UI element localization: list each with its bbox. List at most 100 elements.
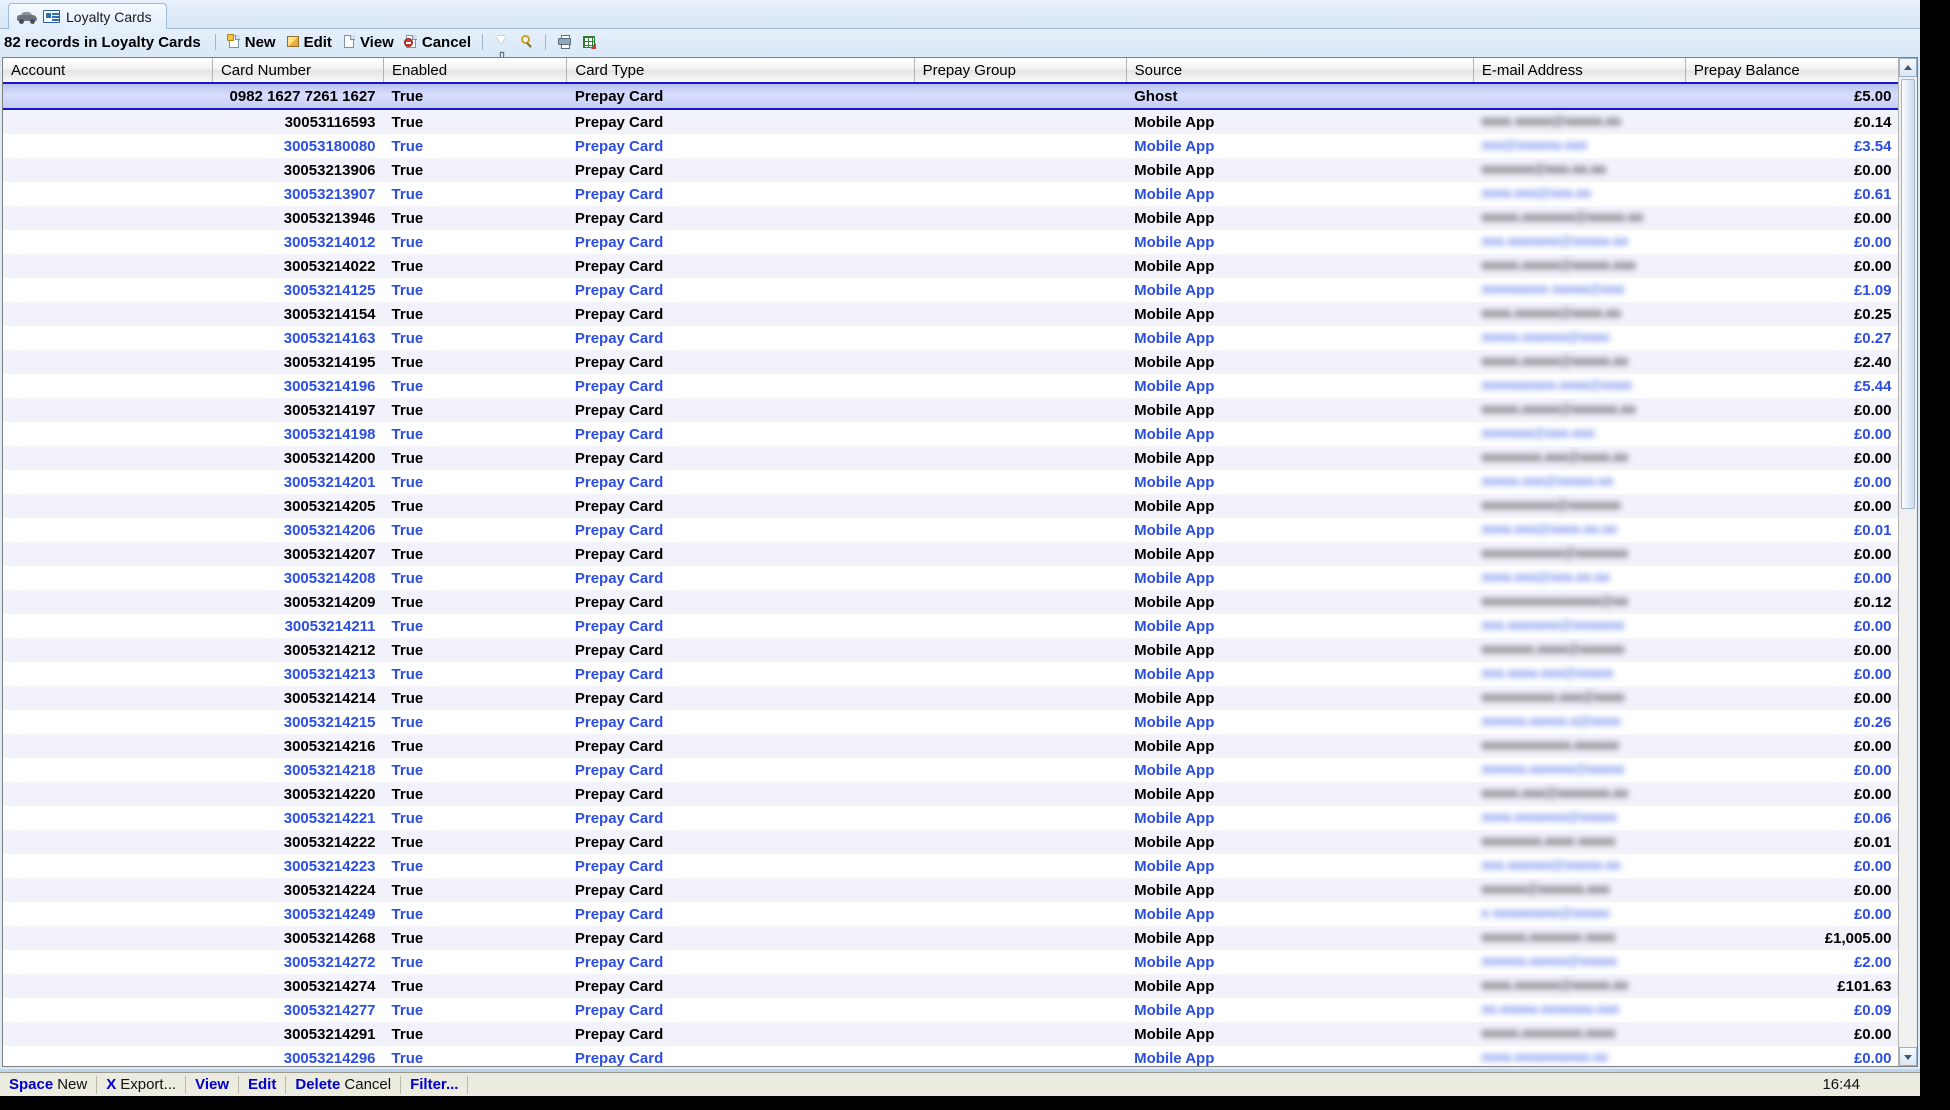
cell-card-number: 30053214200	[212, 446, 384, 470]
cell-card-number: 30053214212	[212, 638, 384, 662]
new-button[interactable]: New	[222, 33, 281, 52]
scroll-up-arrow-icon[interactable]	[1899, 58, 1917, 77]
table-row[interactable]: 30053214197 True Prepay Card Mobile App aaaa…	[3, 398, 1900, 422]
status-bar-item-space[interactable]: Space New	[0, 1075, 98, 1094]
table-row[interactable]: 30053214220 True Prepay Card Mobile App aaaa…	[3, 782, 1900, 806]
view-button[interactable]: View	[337, 33, 399, 52]
table-row[interactable]: 30053214207 True Prepay Card Mobile App aaaa…	[3, 542, 1900, 566]
email-redacted: aaaa.aaa@aaaa.aa.aa	[1481, 520, 1618, 536]
table-row[interactable]: 30053214218 True Prepay Card Mobile App aaaa…	[3, 758, 1900, 782]
scroll-down-arrow-icon[interactable]	[1899, 1047, 1917, 1066]
print-button[interactable]	[552, 33, 577, 51]
table-row[interactable]: 30053214223 True Prepay Card Mobile App aaa.…	[3, 854, 1900, 878]
table-row[interactable]: 30053214211 True Prepay Card Mobile App aaa.…	[3, 614, 1900, 638]
status-bar-item-x[interactable]: X Export...	[97, 1075, 187, 1094]
cell-card-type: Prepay Card	[566, 926, 915, 950]
column-header-prepay-balance[interactable]: Prepay Balance	[1685, 58, 1901, 84]
column-header-card-number[interactable]: Card Number	[212, 58, 385, 84]
tab-loyalty-cards[interactable]: Loyalty Cards	[8, 3, 167, 29]
cell-source: Mobile App	[1126, 830, 1474, 854]
cell-account	[3, 134, 213, 158]
search-button[interactable]	[514, 33, 539, 51]
filter-button[interactable]	[489, 33, 514, 59]
email-redacted: a aaaaaaaaa@aaaaa	[1481, 904, 1610, 920]
status-bar-item-delete[interactable]: Delete Cancel	[286, 1075, 402, 1094]
table-row[interactable]: 30053214274 True Prepay Card Mobile App aaaa…	[3, 974, 1900, 998]
table-row[interactable]: 30053214195 True Prepay Card Mobile App aaaa…	[3, 350, 1900, 374]
table-row[interactable]: 30053214277 True Prepay Card Mobile App aa.a…	[3, 998, 1900, 1022]
email-redacted: aaa.aaaaaaa@aaaaaaa	[1481, 616, 1625, 632]
table-row[interactable]: 30053213946 True Prepay Card Mobile App aaaa…	[3, 206, 1900, 230]
table-row[interactable]: 30053214200 True Prepay Card Mobile App aaaa…	[3, 446, 1900, 470]
table-row[interactable]: 30053180080 True Prepay Card Mobile App aaa@…	[3, 134, 1900, 158]
cell-enabled: True	[383, 350, 567, 374]
column-header-account[interactable]: Account	[3, 58, 213, 84]
column-header-source[interactable]: Source	[1126, 58, 1474, 84]
column-header-enabled[interactable]: Enabled	[383, 58, 568, 84]
table-row[interactable]: 30053214163 True Prepay Card Mobile App aaaa…	[3, 326, 1900, 350]
cell-source: Mobile App	[1126, 734, 1474, 758]
table-row[interactable]: 30053214198 True Prepay Card Mobile App aaaa…	[3, 422, 1900, 446]
email-redacted: aaaa aaaaa@aaaaa.aa	[1481, 112, 1621, 128]
table-row[interactable]: 30053214196 True Prepay Card Mobile App aaaa…	[3, 374, 1900, 398]
cell-prepay-group	[914, 470, 1127, 494]
table-row[interactable]: 30053214213 True Prepay Card Mobile App aaa.…	[3, 662, 1900, 686]
column-header-prepay-group[interactable]: Prepay Group	[914, 58, 1127, 84]
table-row[interactable]: 30053214296 True Prepay Card Mobile App aaaa…	[3, 1046, 1900, 1066]
table-row[interactable]: 30053214222 True Prepay Card Mobile App aaaa…	[3, 830, 1900, 854]
status-bar-item-edit[interactable]: Edit	[239, 1075, 287, 1094]
cell-prepay-group	[914, 638, 1127, 662]
status-bar-item-filter[interactable]: Filter...	[401, 1075, 469, 1094]
table-row[interactable]: 30053214214 True Prepay Card Mobile App aaaa…	[3, 686, 1900, 710]
table-row[interactable]: 0982 1627 7261 1627 True Prepay Card Ghost £…	[3, 82, 1900, 110]
status-bar-shortcut-key: Delete	[295, 1075, 341, 1093]
cell-source: Mobile App	[1126, 542, 1474, 566]
column-header-email-address[interactable]: E-mail Address	[1473, 58, 1686, 84]
table-row[interactable]: 30053214268 True Prepay Card Mobile App aaaa…	[3, 926, 1900, 950]
table-row[interactable]: 30053213907 True Prepay Card Mobile App aaaa…	[3, 182, 1900, 206]
table-row[interactable]: 30053214125 True Prepay Card Mobile App aaaa…	[3, 278, 1900, 302]
edit-button[interactable]: Edit	[281, 33, 337, 52]
table-row[interactable]: 30053214215 True Prepay Card Mobile App aaaa…	[3, 710, 1900, 734]
cell-email-address: aa.aaaaa.aaaaaaa.aaa	[1473, 998, 1686, 1022]
email-redacted: aaaaaaa.aaaa@aaaaaa	[1481, 640, 1625, 656]
table-row[interactable]: 30053214212 True Prepay Card Mobile App aaaa…	[3, 638, 1900, 662]
table-row[interactable]: 30053116593 True Prepay Card Mobile App aaaa…	[3, 109, 1900, 134]
cell-source: Mobile App	[1126, 638, 1474, 662]
table-row[interactable]: 30053214224 True Prepay Card Mobile App aaaa…	[3, 878, 1900, 902]
cell-email-address: aaaaaa@aaaaaa.aaa	[1473, 878, 1686, 902]
cell-card-type: Prepay Card	[566, 854, 915, 878]
cell-enabled: True	[383, 302, 567, 326]
column-header-card-type[interactable]: Card Type	[566, 58, 915, 84]
email-redacted: aaaaaa.aaaaa.a@aaaa	[1481, 712, 1621, 728]
cell-prepay-group	[914, 710, 1127, 734]
vertical-scrollbar[interactable]	[1898, 58, 1917, 1066]
table-row[interactable]: 30053214154 True Prepay Card Mobile App aaaa…	[3, 302, 1900, 326]
cell-source: Mobile App	[1126, 710, 1474, 734]
table-row[interactable]: 30053214249 True Prepay Card Mobile App a aa…	[3, 902, 1900, 926]
table-row[interactable]: 30053214208 True Prepay Card Mobile App aaaa…	[3, 566, 1900, 590]
cell-source: Mobile App	[1126, 350, 1474, 374]
table-row[interactable]: 30053214201 True Prepay Card Mobile App aaaa…	[3, 470, 1900, 494]
email-redacted: aaaaaa@aaaaaa.aaa	[1481, 880, 1610, 896]
scrollbar-thumb[interactable]	[1901, 79, 1915, 509]
cell-account	[3, 854, 213, 878]
cancel-icon	[403, 34, 419, 50]
table-row[interactable]: 30053214205 True Prepay Card Mobile App aaaa…	[3, 494, 1900, 518]
table-row[interactable]: 30053214206 True Prepay Card Mobile App aaaa…	[3, 518, 1900, 542]
table-row[interactable]: 30053214216 True Prepay Card Mobile App aaaa…	[3, 734, 1900, 758]
status-bar-item-view[interactable]: View	[186, 1075, 240, 1094]
table-row[interactable]: 30053214221 True Prepay Card Mobile App aaaa…	[3, 806, 1900, 830]
cancel-button[interactable]: Cancel	[399, 33, 476, 52]
table-row[interactable]: 30053214272 True Prepay Card Mobile App aaaa…	[3, 950, 1900, 974]
table-row[interactable]: 30053213906 True Prepay Card Mobile App aaaa…	[3, 158, 1900, 182]
email-redacted: aa.aaaaa.aaaaaaa.aaa	[1481, 1000, 1620, 1016]
cell-prepay-group	[914, 614, 1127, 638]
cell-card-type: Prepay Card	[566, 494, 915, 518]
table-row[interactable]: 30053214022 True Prepay Card Mobile App aaaa…	[3, 254, 1900, 278]
export-button[interactable]	[577, 33, 602, 51]
table-row[interactable]: 30053214012 True Prepay Card Mobile App aaa.…	[3, 230, 1900, 254]
cell-email-address: aaaaaaaaaaa@aaaaaaa	[1473, 542, 1686, 566]
table-row[interactable]: 30053214209 True Prepay Card Mobile App aaaa…	[3, 590, 1900, 614]
table-row[interactable]: 30053214291 True Prepay Card Mobile App aaaa…	[3, 1022, 1900, 1046]
